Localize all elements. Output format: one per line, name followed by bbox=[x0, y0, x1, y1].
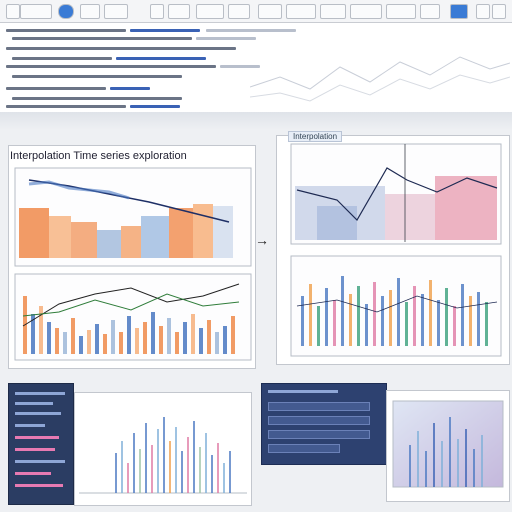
sidebar-line bbox=[15, 412, 61, 415]
refresh-icon[interactable] bbox=[58, 4, 74, 19]
text-line bbox=[130, 105, 180, 108]
form-field[interactable] bbox=[268, 402, 370, 411]
sidebar-line bbox=[15, 402, 53, 405]
layout-button[interactable] bbox=[286, 4, 316, 19]
address-button[interactable] bbox=[20, 4, 52, 19]
text-line bbox=[196, 37, 256, 40]
save-icon[interactable] bbox=[104, 4, 128, 19]
dark-form-panel bbox=[261, 383, 387, 465]
text-line bbox=[110, 87, 150, 90]
right-panel-heading: Interpolation bbox=[288, 131, 343, 142]
data-button[interactable] bbox=[350, 4, 382, 19]
bottom-right-chart bbox=[392, 400, 504, 488]
text-line bbox=[6, 47, 236, 50]
arrow-icon: → bbox=[255, 232, 269, 248]
text-line bbox=[12, 37, 192, 40]
text-line bbox=[130, 29, 200, 32]
left-panel-charts bbox=[14, 167, 252, 361]
sidebar-line bbox=[15, 460, 65, 463]
help-icon[interactable] bbox=[420, 4, 440, 19]
sidebar-line bbox=[15, 472, 51, 475]
text-line bbox=[12, 97, 182, 100]
text-line bbox=[6, 65, 216, 68]
home-icon[interactable] bbox=[80, 4, 100, 19]
chart-button[interactable] bbox=[320, 4, 346, 19]
left-chart-panel bbox=[8, 145, 256, 369]
tools-button[interactable] bbox=[258, 4, 282, 19]
separator-strip bbox=[0, 112, 512, 130]
text-line bbox=[6, 87, 106, 90]
text-line bbox=[6, 29, 126, 32]
document-text-area bbox=[0, 23, 512, 124]
form-field[interactable] bbox=[268, 416, 370, 425]
close-icon[interactable] bbox=[492, 4, 506, 19]
background-plot bbox=[250, 56, 510, 102]
text-line bbox=[6, 105, 126, 108]
bottom-spike-chart bbox=[79, 417, 247, 494]
sidebar-line bbox=[15, 448, 55, 451]
dark-sidebar-panel bbox=[8, 383, 74, 505]
bottom-chart-panel bbox=[74, 392, 252, 506]
form-title bbox=[268, 390, 338, 393]
text-line bbox=[12, 75, 182, 78]
insert-button[interactable] bbox=[196, 4, 224, 19]
right-chart-panel bbox=[276, 135, 510, 365]
text-line bbox=[12, 57, 112, 60]
app-toolbar bbox=[0, 0, 512, 23]
sidebar-line bbox=[15, 484, 63, 487]
share-icon[interactable] bbox=[450, 4, 468, 19]
form-field[interactable] bbox=[268, 430, 370, 439]
form-field[interactable] bbox=[268, 444, 340, 453]
format-button[interactable] bbox=[228, 4, 250, 19]
sidebar-line bbox=[15, 424, 45, 427]
sidebar-line bbox=[15, 436, 59, 439]
back-icon[interactable] bbox=[6, 4, 20, 19]
right-panel-charts bbox=[290, 143, 502, 357]
text-line bbox=[116, 57, 206, 60]
settings-icon[interactable] bbox=[476, 4, 490, 19]
review-button[interactable] bbox=[386, 4, 416, 19]
sidebar-line bbox=[15, 392, 65, 395]
bottom-right-chart-panel bbox=[386, 390, 510, 502]
left-panel-heading: Interpolation Time series exploration bbox=[10, 150, 187, 162]
view-icon[interactable] bbox=[168, 4, 190, 19]
edit-icon[interactable] bbox=[150, 4, 164, 19]
